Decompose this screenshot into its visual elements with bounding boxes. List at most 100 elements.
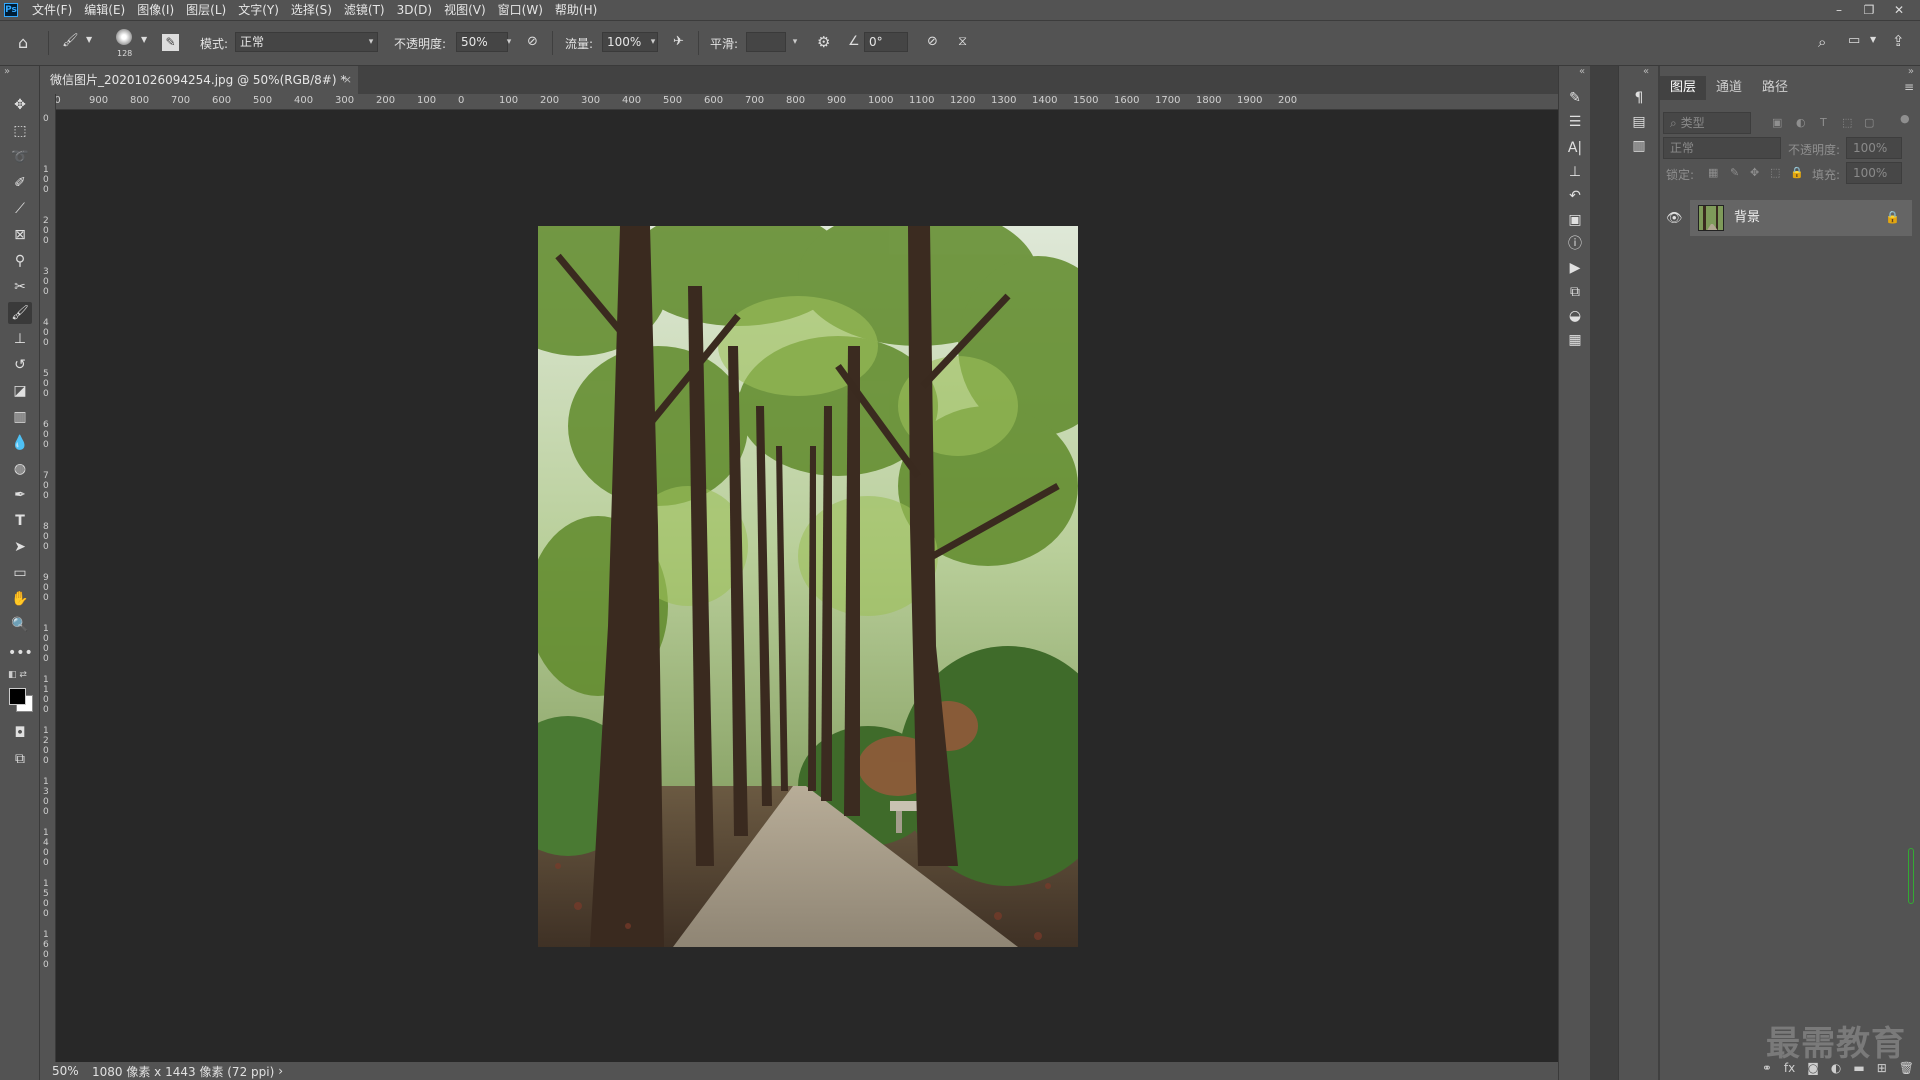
airbrush-icon[interactable]: ✈ [673, 34, 684, 49]
adjustment-filter-icon[interactable]: ◐ [1796, 116, 1806, 129]
gear-icon[interactable]: ⚙ [817, 33, 830, 51]
expand-icon[interactable]: » [1908, 66, 1914, 77]
menu-image[interactable]: 图像(I) [131, 0, 180, 20]
tab-channels[interactable]: 通道 [1706, 76, 1752, 100]
chevron-down-icon[interactable]: ▾ [646, 32, 660, 52]
menu-file[interactable]: 文件(F) [26, 0, 78, 20]
chevron-down-icon[interactable]: ▾ [502, 32, 516, 52]
eyedropper-tool-icon[interactable]: ⚲ [8, 250, 32, 272]
quick-mask-icon[interactable]: ◘ [8, 722, 32, 744]
crop-tool-icon[interactable]: ✂ [8, 276, 32, 298]
share-icon[interactable]: ⇪ [1892, 32, 1905, 50]
tab-layers[interactable]: 图层 [1660, 76, 1707, 100]
minimize-icon[interactable]: – [1824, 0, 1854, 20]
type-tool-icon[interactable]: T [8, 510, 32, 532]
notes-panel-icon[interactable]: ▥ [1629, 136, 1649, 156]
menu-layer[interactable]: 图层(L) [180, 0, 232, 20]
blur-tool-icon[interactable]: 💧 [8, 432, 32, 454]
chevron-down-icon[interactable]: ▾ [788, 32, 802, 52]
character-panel-icon[interactable]: A| [1565, 138, 1585, 158]
symmetry-icon[interactable]: ⧖ [958, 34, 967, 49]
paragraph-panel-icon[interactable]: ¶ [1629, 88, 1649, 108]
chevron-down-icon[interactable]: ▾ [364, 32, 378, 52]
path-selection-tool-icon[interactable]: ➤ [8, 536, 32, 558]
move-tool-icon[interactable]: ✥ [8, 94, 32, 116]
libraries-panel-icon[interactable]: ▣ [1565, 210, 1585, 230]
clone-source-panel-icon[interactable]: ⊥ [1565, 162, 1585, 182]
menu-select[interactable]: 选择(S) [285, 0, 338, 20]
eraser-tool-icon[interactable]: ◪ [8, 380, 32, 402]
menu-view[interactable]: 视图(V) [438, 0, 492, 20]
menu-filter[interactable]: 滤镜(T) [338, 0, 391, 20]
panel-scrollbar[interactable] [1908, 848, 1914, 904]
chevron-right-icon[interactable]: › [274, 1064, 283, 1078]
lock-all-icon[interactable]: 🔒 [1790, 166, 1804, 179]
lock-artboard-icon[interactable]: ⬚ [1770, 166, 1780, 179]
zoom-level[interactable]: 50% [40, 1064, 88, 1078]
pressure-size-icon[interactable]: ⊘ [927, 34, 938, 49]
info-panel-icon[interactable]: ⓘ [1565, 234, 1585, 254]
document-tab[interactable]: 微信图片_20201026094254.jpg @ 50%(RGB/8#) * … [40, 66, 358, 94]
chevron-down-icon[interactable]: ▼ [141, 35, 147, 44]
opacity-field[interactable]: 50% [456, 32, 508, 52]
lasso-tool-icon[interactable]: ➰ [8, 146, 32, 168]
pressure-opacity-icon[interactable]: ⊘ [527, 34, 538, 49]
pen-tool-icon[interactable]: ✒ [8, 484, 32, 506]
close-icon[interactable]: × [343, 66, 352, 94]
dodge-tool-icon[interactable]: ◍ [8, 458, 32, 480]
3d-panel-icon[interactable]: ◒ [1565, 306, 1585, 326]
layer-filter-select[interactable]: ⌕ 类型 [1663, 112, 1751, 134]
menu-type[interactable]: 文字(Y) [232, 0, 285, 20]
hand-tool-icon[interactable]: ✋ [8, 588, 32, 610]
blend-mode-select[interactable]: 正常 [1663, 137, 1781, 159]
object-selection-tool-icon[interactable]: ⟋ [8, 198, 32, 220]
menu-help[interactable]: 帮助(H) [549, 0, 603, 20]
chevron-down-icon[interactable]: ▼ [1870, 35, 1876, 44]
brush-settings-icon[interactable]: ✎ [162, 34, 179, 51]
collapse-icon[interactable]: « [1643, 66, 1649, 77]
restore-icon[interactable]: ❐ [1854, 0, 1884, 20]
tab-paths[interactable]: 路径 [1752, 76, 1798, 100]
history-panel-icon[interactable]: ↶ [1565, 186, 1585, 206]
timeline-panel-icon[interactable]: ▦ [1565, 330, 1585, 350]
close-window-icon[interactable]: ✕ [1884, 0, 1914, 20]
brush-settings-panel-icon[interactable]: ✎ [1565, 88, 1585, 108]
brush-preset-icon[interactable]: 🖌 [62, 33, 79, 48]
chevron-down-icon[interactable]: ▼ [86, 35, 92, 44]
expand-icon[interactable]: » [4, 66, 10, 77]
eye-icon[interactable]: 👁 [1666, 211, 1683, 226]
menu-edit[interactable]: 编辑(E) [78, 0, 131, 20]
foreground-color-swatch[interactable] [9, 688, 26, 705]
properties-panel-icon[interactable]: ⧉ [1565, 282, 1585, 302]
quick-selection-tool-icon[interactable]: ✐ [8, 172, 32, 194]
lock-position-icon[interactable]: ✥ [1750, 166, 1759, 179]
smoothing-field[interactable] [746, 32, 786, 52]
menu-3d[interactable]: 3D(D) [391, 0, 438, 20]
layer-row[interactable]: 背景 🔒 [1690, 200, 1912, 236]
brush-tool-icon[interactable]: 🖌 [8, 302, 32, 324]
smart-object-filter-icon[interactable]: ▢ [1864, 116, 1874, 129]
brush-tip-icon[interactable] [116, 29, 132, 45]
default-colors-icon[interactable]: ◧ ⇄ [8, 670, 27, 680]
lock-icon[interactable]: 🔒 [1885, 210, 1900, 224]
image-filter-icon[interactable]: ▣ [1772, 116, 1782, 129]
type-filter-icon[interactable]: T [1820, 116, 1827, 129]
gradient-tool-icon[interactable]: ▥ [8, 406, 32, 428]
zoom-tool-icon[interactable]: 🔍 [8, 614, 32, 636]
shape-filter-icon[interactable]: ⬚ [1842, 116, 1852, 129]
layer-opacity-field[interactable]: 100% [1846, 137, 1902, 159]
actions-panel-icon[interactable]: ▶ [1565, 258, 1585, 278]
search-icon[interactable]: ⌕ [1818, 33, 1826, 51]
adjustments-panel-icon[interactable]: ☰ [1565, 112, 1585, 132]
document-image[interactable] [538, 226, 1078, 947]
mode-select[interactable]: 正常 [235, 32, 378, 52]
color-swatches[interactable] [9, 688, 33, 712]
frame-tool-icon[interactable]: ⊠ [8, 224, 32, 246]
more-tools-icon[interactable]: ••• [8, 642, 33, 664]
history-brush-tool-icon[interactable]: ↺ [8, 354, 32, 376]
menu-window[interactable]: 窗口(W) [492, 0, 549, 20]
lock-transparent-icon[interactable]: ▦ [1708, 166, 1718, 179]
lock-image-icon[interactable]: ✎ [1730, 166, 1739, 179]
filter-toggle-icon[interactable]: ● [1900, 112, 1910, 125]
rectangle-tool-icon[interactable]: ▭ [8, 562, 32, 584]
